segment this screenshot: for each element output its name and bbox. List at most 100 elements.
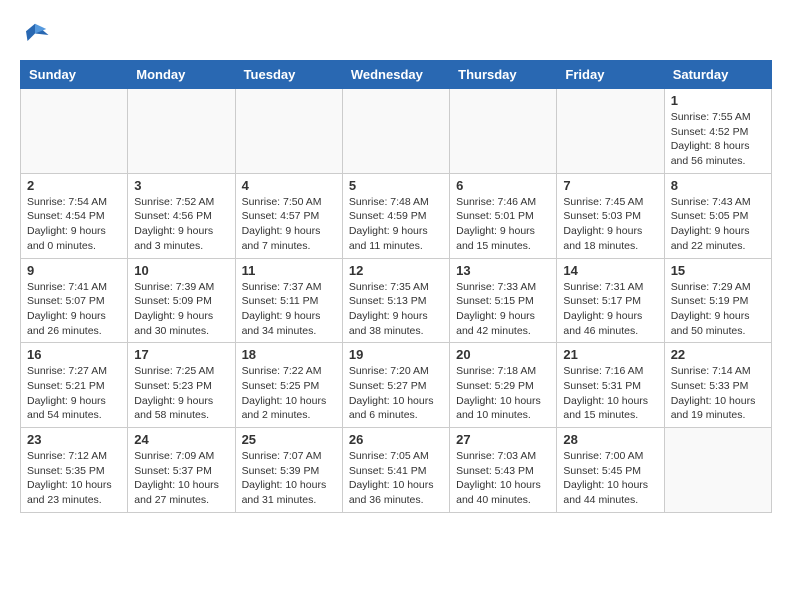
calendar-week-5: 23 Sunrise: 7:12 AM Sunset: 5:35 PM Dayli…	[21, 428, 772, 513]
page-header	[20, 20, 772, 50]
day-number: 26	[349, 432, 443, 447]
calendar-cell	[21, 89, 128, 174]
calendar-cell: 17 Sunrise: 7:25 AM Sunset: 5:23 PM Dayli…	[128, 343, 235, 428]
day-number: 7	[563, 178, 657, 193]
calendar-header: SundayMondayTuesdayWednesdayThursdayFrid…	[21, 61, 772, 89]
day-info: Sunrise: 7:27 AM Sunset: 5:21 PM Dayligh…	[27, 364, 121, 423]
calendar-week-3: 9 Sunrise: 7:41 AM Sunset: 5:07 PM Daylig…	[21, 258, 772, 343]
calendar-cell: 26 Sunrise: 7:05 AM Sunset: 5:41 PM Dayli…	[342, 428, 449, 513]
calendar-cell: 13 Sunrise: 7:33 AM Sunset: 5:15 PM Dayli…	[450, 258, 557, 343]
calendar-cell: 23 Sunrise: 7:12 AM Sunset: 5:35 PM Dayli…	[21, 428, 128, 513]
day-info: Sunrise: 7:43 AM Sunset: 5:05 PM Dayligh…	[671, 195, 765, 254]
weekday-header-saturday: Saturday	[664, 61, 771, 89]
weekday-header-friday: Friday	[557, 61, 664, 89]
logo-icon	[20, 20, 50, 50]
day-number: 16	[27, 347, 121, 362]
calendar-cell: 27Sunrise: 7:03 AM Sunset: 5:43 PM Dayli…	[450, 428, 557, 513]
calendar-cell: 18Sunrise: 7:22 AM Sunset: 5:25 PM Dayli…	[235, 343, 342, 428]
calendar-cell: 19 Sunrise: 7:20 AM Sunset: 5:27 PM Dayli…	[342, 343, 449, 428]
weekday-header-monday: Monday	[128, 61, 235, 89]
calendar-cell: 3 Sunrise: 7:52 AM Sunset: 4:56 PM Daylig…	[128, 173, 235, 258]
day-number: 13	[456, 263, 550, 278]
day-info: Sunrise: 7:41 AM Sunset: 5:07 PM Dayligh…	[27, 280, 121, 339]
calendar-week-4: 16 Sunrise: 7:27 AM Sunset: 5:21 PM Dayli…	[21, 343, 772, 428]
day-number: 27	[456, 432, 550, 447]
day-info: Sunrise: 7:14 AM Sunset: 5:33 PM Dayligh…	[671, 364, 765, 423]
day-info: Sunrise: 7:37 AM Sunset: 5:11 PM Dayligh…	[242, 280, 336, 339]
day-info: Sunrise: 7:35 AM Sunset: 5:13 PM Dayligh…	[349, 280, 443, 339]
day-info: Sunrise: 7:33 AM Sunset: 5:15 PM Dayligh…	[456, 280, 550, 339]
day-info: Sunrise: 7:20 AM Sunset: 5:27 PM Dayligh…	[349, 364, 443, 423]
calendar-cell: 2 Sunrise: 7:54 AM Sunset: 4:54 PM Daylig…	[21, 173, 128, 258]
calendar-cell: 9 Sunrise: 7:41 AM Sunset: 5:07 PM Daylig…	[21, 258, 128, 343]
weekday-header-wednesday: Wednesday	[342, 61, 449, 89]
day-info: Sunrise: 7:48 AM Sunset: 4:59 PM Dayligh…	[349, 195, 443, 254]
weekday-header-row: SundayMondayTuesdayWednesdayThursdayFrid…	[21, 61, 772, 89]
calendar-cell: 25Sunrise: 7:07 AM Sunset: 5:39 PM Dayli…	[235, 428, 342, 513]
day-number: 17	[134, 347, 228, 362]
day-info: Sunrise: 7:16 AM Sunset: 5:31 PM Dayligh…	[563, 364, 657, 423]
day-number: 25	[242, 432, 336, 447]
calendar-cell: 8 Sunrise: 7:43 AM Sunset: 5:05 PM Daylig…	[664, 173, 771, 258]
day-number: 9	[27, 263, 121, 278]
day-info: Sunrise: 7:46 AM Sunset: 5:01 PM Dayligh…	[456, 195, 550, 254]
day-info: Sunrise: 7:18 AM Sunset: 5:29 PM Dayligh…	[456, 364, 550, 423]
day-info: Sunrise: 7:31 AM Sunset: 5:17 PM Dayligh…	[563, 280, 657, 339]
day-info: Sunrise: 7:25 AM Sunset: 5:23 PM Dayligh…	[134, 364, 228, 423]
calendar-cell	[557, 89, 664, 174]
calendar-cell: 1Sunrise: 7:55 AM Sunset: 4:52 PM Daylig…	[664, 89, 771, 174]
day-number: 28	[563, 432, 657, 447]
calendar-cell: 7 Sunrise: 7:45 AM Sunset: 5:03 PM Daylig…	[557, 173, 664, 258]
day-number: 3	[134, 178, 228, 193]
day-number: 2	[27, 178, 121, 193]
calendar-cell: 22 Sunrise: 7:14 AM Sunset: 5:33 PM Dayli…	[664, 343, 771, 428]
day-info: Sunrise: 7:29 AM Sunset: 5:19 PM Dayligh…	[671, 280, 765, 339]
day-number: 11	[242, 263, 336, 278]
day-info: Sunrise: 7:45 AM Sunset: 5:03 PM Dayligh…	[563, 195, 657, 254]
calendar-cell	[342, 89, 449, 174]
day-info: Sunrise: 7:05 AM Sunset: 5:41 PM Dayligh…	[349, 449, 443, 508]
calendar-cell: 14 Sunrise: 7:31 AM Sunset: 5:17 PM Dayli…	[557, 258, 664, 343]
day-info: Sunrise: 7:50 AM Sunset: 4:57 PM Dayligh…	[242, 195, 336, 254]
day-number: 19	[349, 347, 443, 362]
day-number: 15	[671, 263, 765, 278]
weekday-header-sunday: Sunday	[21, 61, 128, 89]
day-number: 4	[242, 178, 336, 193]
calendar-cell	[128, 89, 235, 174]
day-info: Sunrise: 7:00 AM Sunset: 5:45 PM Dayligh…	[563, 449, 657, 508]
day-info: Sunrise: 7:09 AM Sunset: 5:37 PM Dayligh…	[134, 449, 228, 508]
day-info: Sunrise: 7:52 AM Sunset: 4:56 PM Dayligh…	[134, 195, 228, 254]
day-number: 14	[563, 263, 657, 278]
day-number: 24	[134, 432, 228, 447]
calendar-cell: 24 Sunrise: 7:09 AM Sunset: 5:37 PM Dayli…	[128, 428, 235, 513]
calendar-cell: 11 Sunrise: 7:37 AM Sunset: 5:11 PM Dayli…	[235, 258, 342, 343]
day-info: Sunrise: 7:39 AM Sunset: 5:09 PM Dayligh…	[134, 280, 228, 339]
calendar-cell: 12Sunrise: 7:35 AM Sunset: 5:13 PM Dayli…	[342, 258, 449, 343]
calendar-table: SundayMondayTuesdayWednesdayThursdayFrid…	[20, 60, 772, 513]
calendar-cell: 10 Sunrise: 7:39 AM Sunset: 5:09 PM Dayli…	[128, 258, 235, 343]
calendar-cell	[450, 89, 557, 174]
weekday-header-tuesday: Tuesday	[235, 61, 342, 89]
weekday-header-thursday: Thursday	[450, 61, 557, 89]
day-number: 23	[27, 432, 121, 447]
day-number: 1	[671, 93, 765, 108]
calendar-cell: 4 Sunrise: 7:50 AM Sunset: 4:57 PM Daylig…	[235, 173, 342, 258]
day-info: Sunrise: 7:22 AM Sunset: 5:25 PM Dayligh…	[242, 364, 336, 423]
day-info: Sunrise: 7:54 AM Sunset: 4:54 PM Dayligh…	[27, 195, 121, 254]
day-number: 6	[456, 178, 550, 193]
calendar-cell: 21 Sunrise: 7:16 AM Sunset: 5:31 PM Dayli…	[557, 343, 664, 428]
calendar-cell: 16 Sunrise: 7:27 AM Sunset: 5:21 PM Dayli…	[21, 343, 128, 428]
day-number: 22	[671, 347, 765, 362]
calendar-cell: 15 Sunrise: 7:29 AM Sunset: 5:19 PM Dayli…	[664, 258, 771, 343]
calendar-cell: 28 Sunrise: 7:00 AM Sunset: 5:45 PM Dayli…	[557, 428, 664, 513]
calendar-cell: 6 Sunrise: 7:46 AM Sunset: 5:01 PM Daylig…	[450, 173, 557, 258]
calendar-cell: 20 Sunrise: 7:18 AM Sunset: 5:29 PM Dayli…	[450, 343, 557, 428]
day-number: 20	[456, 347, 550, 362]
calendar-week-2: 2 Sunrise: 7:54 AM Sunset: 4:54 PM Daylig…	[21, 173, 772, 258]
day-number: 10	[134, 263, 228, 278]
day-info: Sunrise: 7:12 AM Sunset: 5:35 PM Dayligh…	[27, 449, 121, 508]
calendar-cell	[235, 89, 342, 174]
calendar-week-1: 1Sunrise: 7:55 AM Sunset: 4:52 PM Daylig…	[21, 89, 772, 174]
day-number: 21	[563, 347, 657, 362]
day-number: 8	[671, 178, 765, 193]
